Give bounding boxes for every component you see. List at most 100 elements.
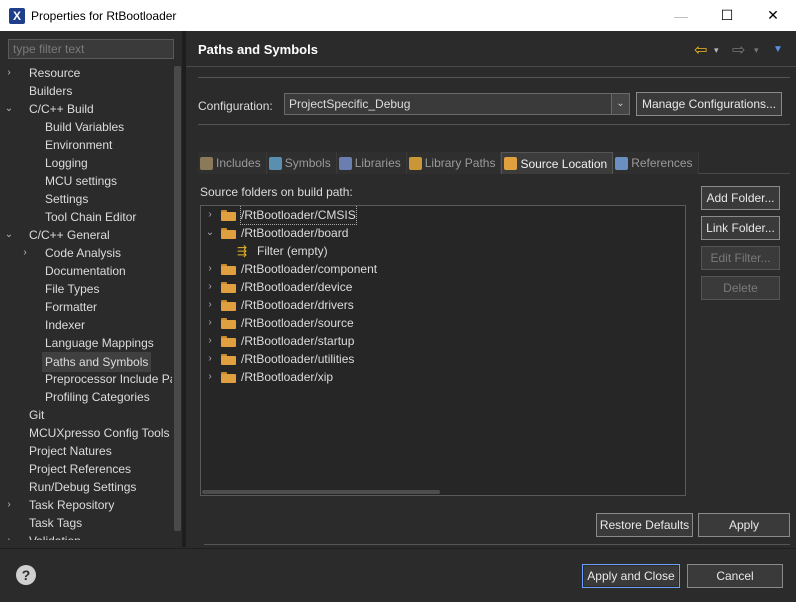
apply-and-close-button[interactable]: Apply and Close xyxy=(582,564,680,588)
tree-item[interactable]: MCUXpresso Config Tools xyxy=(0,424,172,442)
window-controls: — ☐ ✕ xyxy=(658,0,796,31)
tree-item[interactable]: Environment xyxy=(0,136,172,154)
link-folder-button[interactable]: Link Folder... xyxy=(701,216,780,240)
tree-item[interactable]: Profiling Categories xyxy=(0,388,172,406)
tree-item[interactable]: Language Mappings xyxy=(0,334,172,352)
edit-filter-button[interactable]: Edit Filter... xyxy=(701,246,780,270)
tree-item[interactable]: › Code Analysis xyxy=(0,244,172,262)
folder-icon xyxy=(221,354,236,365)
tree-item[interactable]: Builders xyxy=(0,82,172,100)
tab-references[interactable]: References xyxy=(613,152,699,174)
source-folder-row[interactable]: › /RtBootloader/CMSIS xyxy=(201,206,685,225)
source-folder-row[interactable]: › /RtBootloader/startup xyxy=(201,332,685,350)
page-header: Paths and Symbols ⇦ ▾ ⇨ ▾ ▼ xyxy=(186,31,796,67)
chevron-right-icon[interactable]: › xyxy=(3,496,15,514)
tree-item[interactable]: › Task Repository xyxy=(0,496,172,514)
tree-item[interactable]: Tool Chain Editor xyxy=(0,208,172,226)
chevron-right-icon[interactable]: › xyxy=(205,332,215,350)
tree-item[interactable]: Logging xyxy=(0,154,172,172)
right-panel: Paths and Symbols ⇦ ▾ ⇨ ▾ ▼ Configuratio… xyxy=(186,31,796,547)
tab-libraries[interactable]: Libraries xyxy=(336,152,407,174)
chevron-right-icon[interactable]: › xyxy=(3,64,15,82)
apply-button[interactable]: Apply xyxy=(698,513,790,537)
source-folder-row[interactable]: › /RtBootloader/utilities xyxy=(201,350,685,368)
close-button[interactable]: ✕ xyxy=(750,0,796,31)
filter-row[interactable]: ⇶ Filter (empty) xyxy=(201,242,685,260)
help-icon[interactable]: ? xyxy=(16,565,36,585)
source-folders-tree[interactable]: › /RtBootloader/CMSIS ⌄ /RtBootloader/board… xyxy=(200,205,686,496)
restore-defaults-button[interactable]: Restore Defaults xyxy=(596,513,693,537)
tree-item[interactable]: ⌄ C/C++ Build xyxy=(0,100,172,118)
tab-source-location[interactable]: Source Location xyxy=(501,152,614,174)
configuration-label: Configuration: xyxy=(198,99,273,113)
tree-item[interactable]: Task Tags xyxy=(0,514,172,532)
source-folder-row[interactable]: › /RtBootloader/drivers xyxy=(201,296,685,314)
maximize-button[interactable]: ☐ xyxy=(704,0,750,31)
view-menu-icon[interactable]: ▼ xyxy=(773,44,783,55)
tree-item[interactable]: Documentation xyxy=(0,262,172,280)
source-folder-label: /RtBootloader/startup xyxy=(241,334,355,348)
tree-item[interactable]: Indexer xyxy=(0,316,172,334)
source-folder-row[interactable]: ⌄ /RtBootloader/board xyxy=(201,224,685,242)
tab-includes[interactable]: Includes xyxy=(198,152,267,174)
tree-item[interactable]: Run/Debug Settings xyxy=(0,478,172,496)
back-dropdown-icon[interactable]: ▾ xyxy=(714,45,719,56)
chevron-down-icon[interactable]: ⌄ xyxy=(3,226,15,244)
tree-item[interactable]: Project References xyxy=(0,460,172,478)
tree-item[interactable]: Project Natures xyxy=(0,442,172,460)
filter-input[interactable]: type filter text xyxy=(8,39,174,59)
chevron-right-icon[interactable]: › xyxy=(205,350,215,368)
scrollbar-thumb[interactable] xyxy=(174,66,181,531)
tree-item-label: Git xyxy=(29,408,45,422)
chevron-right-icon[interactable]: › xyxy=(205,206,215,224)
chevron-down-icon[interactable]: ⌄ xyxy=(205,224,215,242)
source-folder-label: /RtBootloader/device xyxy=(241,280,353,294)
tree-item[interactable]: Formatter xyxy=(0,298,172,316)
chevron-down-icon[interactable]: ⌄ xyxy=(611,94,629,114)
tree-item-label: Project References xyxy=(29,462,132,476)
tab-symbols[interactable]: Symbols xyxy=(266,152,337,174)
tree-item-label: MCUXpresso Config Tools xyxy=(29,426,170,440)
source-folder-row[interactable]: › /RtBootloader/component xyxy=(201,260,685,278)
title-bar: X Properties for RtBootloader — ☐ ✕ xyxy=(0,0,796,31)
add-folder-button[interactable]: Add Folder... xyxy=(701,186,780,210)
tree-item[interactable]: › Resource xyxy=(0,64,172,82)
tree-item[interactable]: ⌄ C/C++ General xyxy=(0,226,172,244)
source-folder-row[interactable]: › /RtBootloader/source xyxy=(201,314,685,332)
chevron-right-icon[interactable]: › xyxy=(205,314,215,332)
chevron-right-icon[interactable]: › xyxy=(205,368,215,386)
tree-item-label: Environment xyxy=(45,138,113,152)
source-folder-label: /RtBootloader/drivers xyxy=(241,298,354,312)
horizontal-scrollbar[interactable] xyxy=(202,490,440,494)
tree-item[interactable]: Settings xyxy=(0,190,172,208)
manage-configurations-button[interactable]: Manage Configurations... xyxy=(636,92,782,116)
tree-scrollbar[interactable] xyxy=(173,64,182,540)
tree-item-label: Paths and Symbols xyxy=(42,352,152,372)
chevron-down-icon[interactable]: ⌄ xyxy=(3,100,15,118)
tree-item[interactable]: › Validation xyxy=(0,532,172,540)
tree-item-label: Documentation xyxy=(45,264,126,278)
configuration-select[interactable]: ProjectSpecific_Debug ⌄ xyxy=(284,93,630,115)
chevron-right-icon[interactable]: › xyxy=(205,278,215,296)
tab-library-paths[interactable]: Library Paths xyxy=(406,152,502,174)
tree-item[interactable]: MCU settings xyxy=(0,172,172,190)
folder-icon xyxy=(221,282,236,293)
cancel-button[interactable]: Cancel xyxy=(687,564,783,588)
tree-item[interactable]: Preprocessor Include Pa xyxy=(0,370,172,388)
forward-dropdown-icon[interactable]: ▾ xyxy=(754,45,759,56)
tree-item[interactable]: Git xyxy=(0,406,172,424)
chevron-right-icon[interactable]: › xyxy=(19,244,31,262)
chevron-right-icon[interactable]: › xyxy=(205,260,215,278)
chevron-right-icon[interactable]: › xyxy=(205,296,215,314)
source-folder-row[interactable]: › /RtBootloader/device xyxy=(201,278,685,296)
delete-button[interactable]: Delete xyxy=(701,276,780,300)
tree-item[interactable]: Paths and Symbols xyxy=(0,352,172,372)
minimize-button[interactable]: — xyxy=(658,0,704,31)
tree-item[interactable]: File Types xyxy=(0,280,172,298)
back-arrow-icon[interactable]: ⇦ xyxy=(694,40,707,60)
forward-arrow-icon[interactable]: ⇨ xyxy=(732,40,745,60)
source-folders-label: Source folders on build path: xyxy=(200,185,353,199)
chevron-right-icon[interactable]: › xyxy=(3,532,15,540)
tree-item[interactable]: Build Variables xyxy=(0,118,172,136)
source-folder-row[interactable]: › /RtBootloader/xip xyxy=(201,368,685,386)
